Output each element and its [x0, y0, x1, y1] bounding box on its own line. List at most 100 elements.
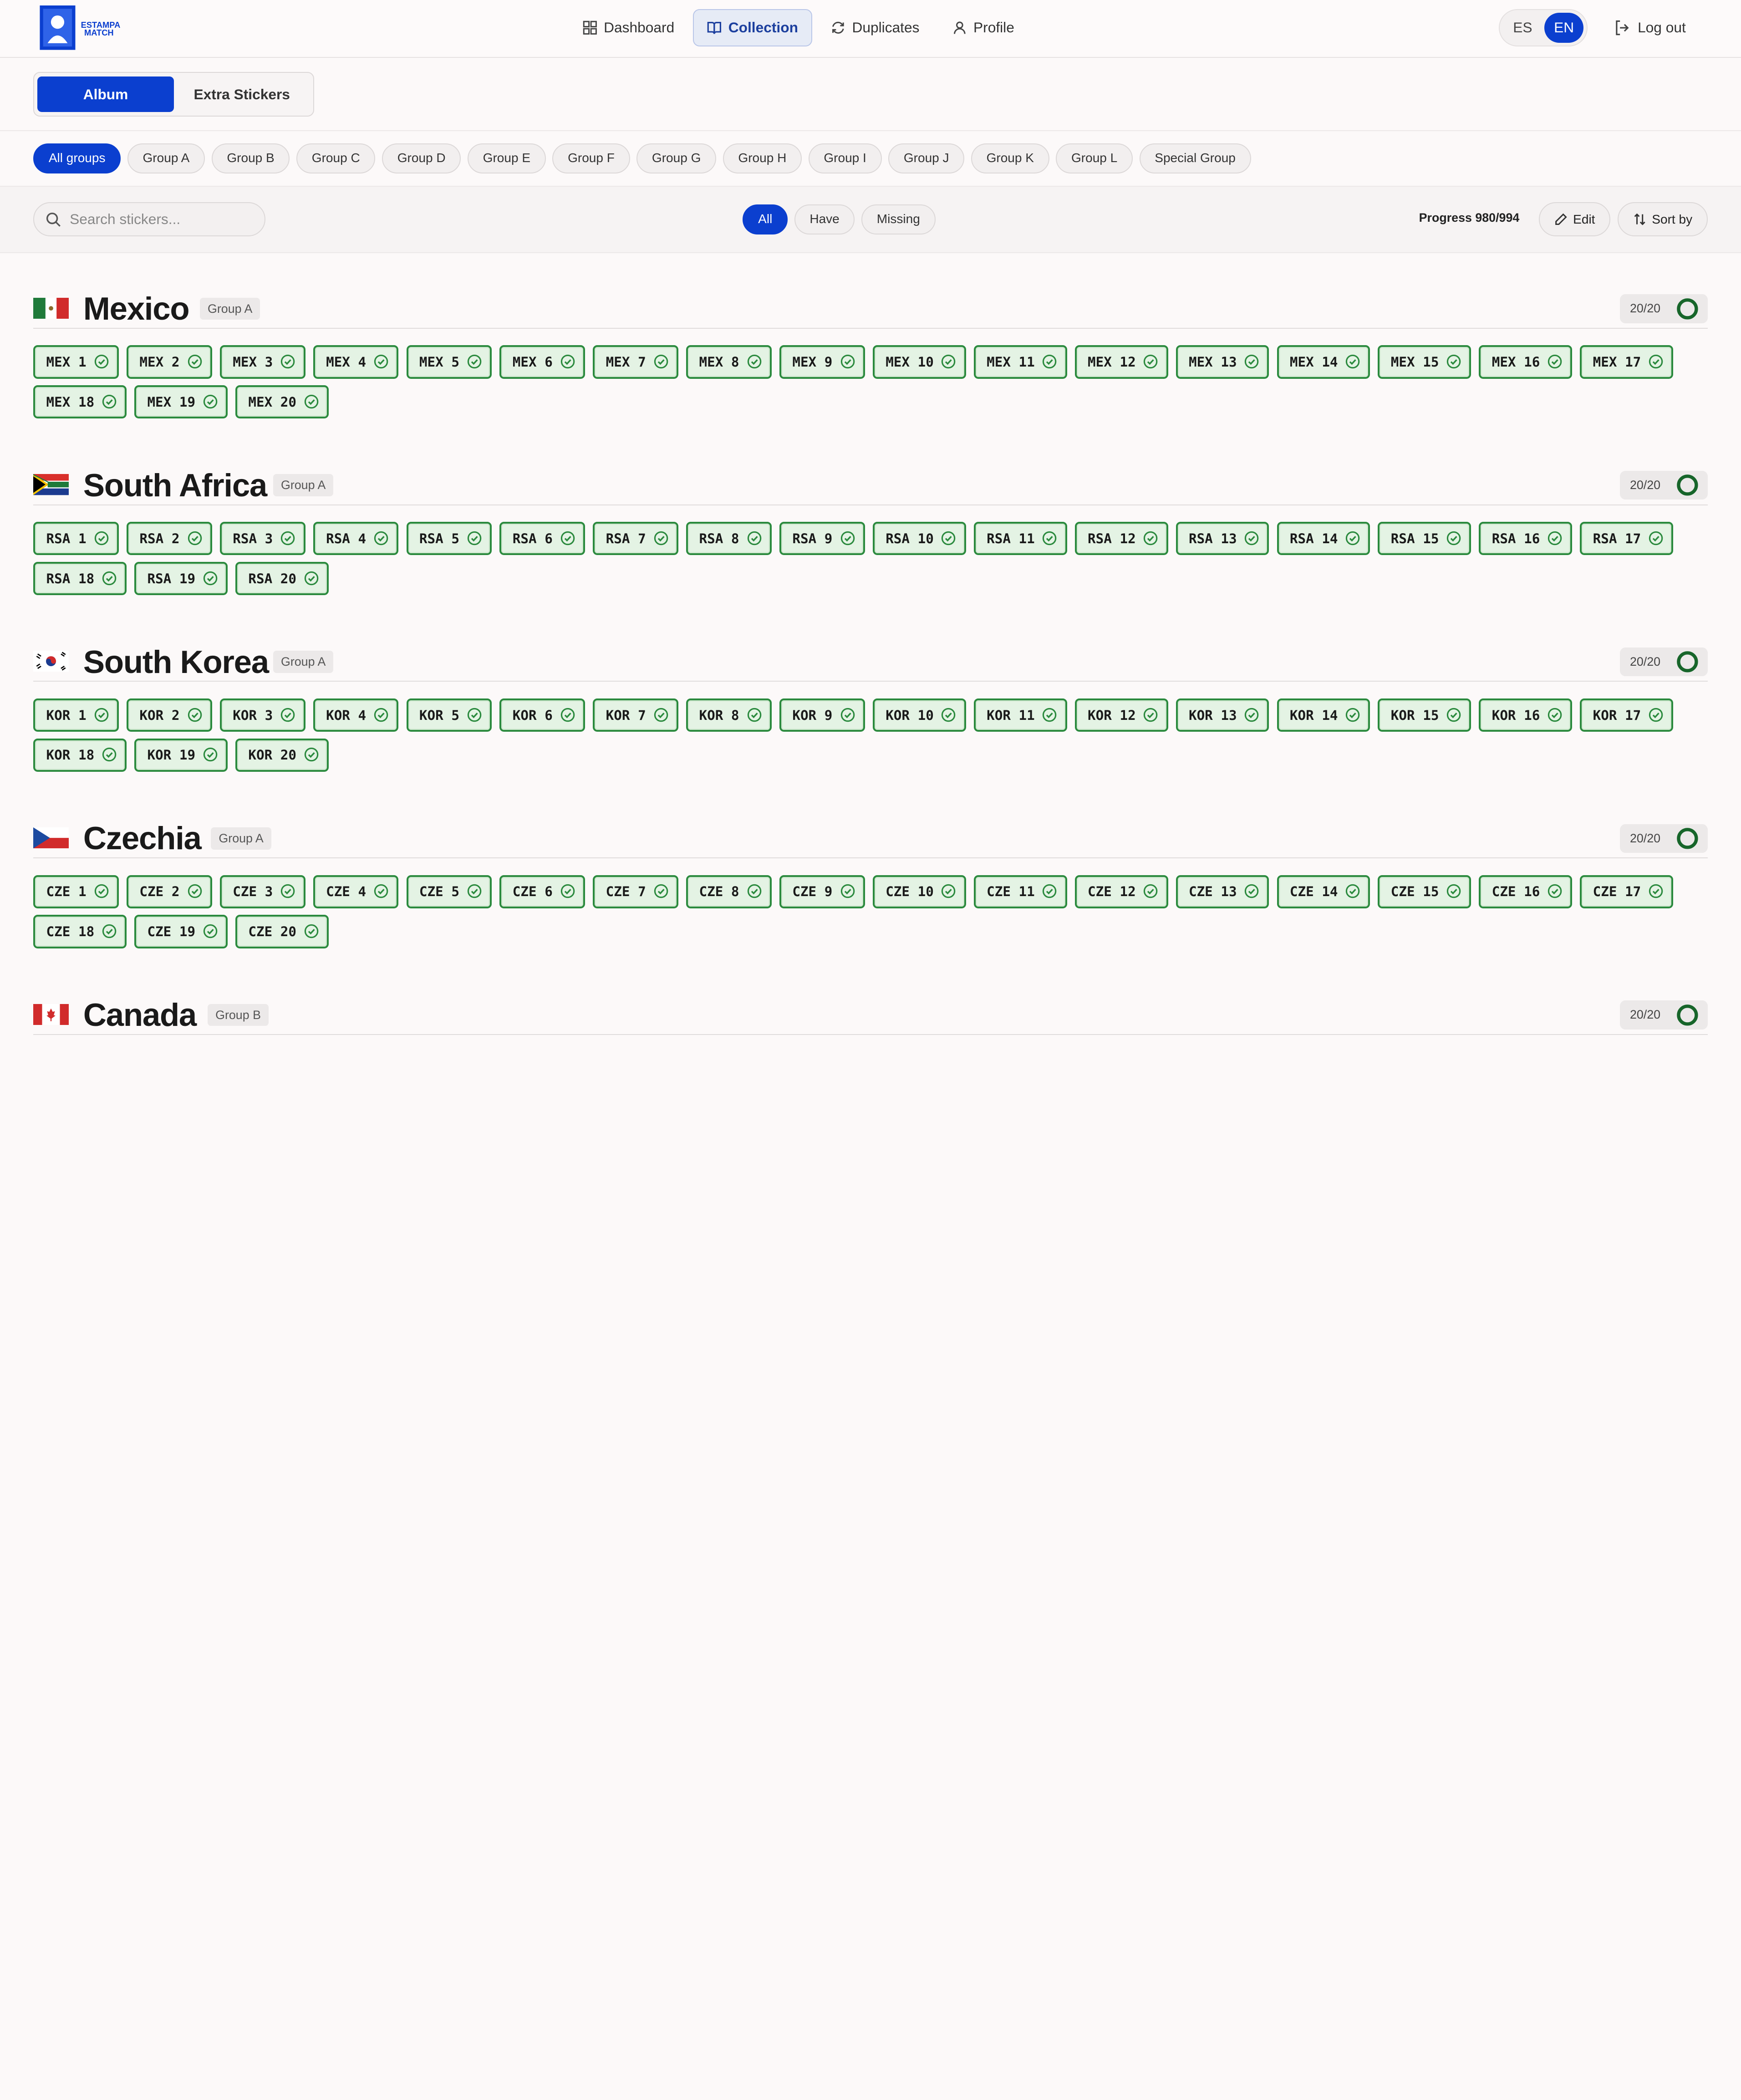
group-chip-group-e[interactable]: Group E — [467, 143, 546, 173]
sticker-cze-4[interactable]: CZE 4 — [313, 875, 399, 908]
sticker-mex-4[interactable]: MEX 4 — [313, 345, 399, 379]
lang-en-button[interactable]: EN — [1544, 13, 1584, 43]
sticker-kor-17[interactable]: KOR 17 — [1580, 698, 1674, 732]
sticker-cze-20[interactable]: CZE 20 — [235, 915, 329, 948]
sticker-mex-5[interactable]: MEX 5 — [406, 345, 492, 379]
sticker-cze-14[interactable]: CZE 14 — [1277, 875, 1370, 908]
sticker-mex-10[interactable]: MEX 10 — [872, 345, 966, 379]
search-input[interactable] — [70, 211, 248, 228]
sticker-cze-17[interactable]: CZE 17 — [1580, 875, 1674, 908]
group-chip-special-group[interactable]: Special Group — [1139, 143, 1251, 173]
edit-button[interactable]: Edit — [1539, 202, 1611, 237]
sticker-kor-20[interactable]: KOR 20 — [235, 738, 329, 772]
sticker-rsa-9[interactable]: RSA 9 — [779, 522, 865, 556]
sort-by-button[interactable]: Sort by — [1618, 202, 1708, 237]
sticker-cze-15[interactable]: CZE 15 — [1378, 875, 1471, 908]
sticker-mex-14[interactable]: MEX 14 — [1277, 345, 1370, 379]
sticker-cze-9[interactable]: CZE 9 — [779, 875, 865, 908]
sticker-rsa-12[interactable]: RSA 12 — [1074, 522, 1168, 556]
sticker-mex-13[interactable]: MEX 13 — [1176, 345, 1269, 379]
sticker-kor-5[interactable]: KOR 5 — [406, 698, 492, 732]
group-chip-group-c[interactable]: Group C — [296, 143, 376, 173]
sticker-kor-10[interactable]: KOR 10 — [872, 698, 966, 732]
sticker-kor-18[interactable]: KOR 18 — [33, 738, 127, 772]
sticker-mex-11[interactable]: MEX 11 — [973, 345, 1067, 379]
sticker-mex-18[interactable]: MEX 18 — [33, 385, 127, 419]
sticker-mex-16[interactable]: MEX 16 — [1479, 345, 1573, 379]
sticker-mex-9[interactable]: MEX 9 — [779, 345, 865, 379]
group-chip-group-i[interactable]: Group I — [808, 143, 882, 173]
sticker-rsa-7[interactable]: RSA 7 — [593, 522, 679, 556]
sticker-kor-16[interactable]: KOR 16 — [1479, 698, 1573, 732]
sticker-kor-3[interactable]: KOR 3 — [219, 698, 305, 732]
sticker-rsa-10[interactable]: RSA 10 — [872, 522, 966, 556]
sticker-mex-17[interactable]: MEX 17 — [1580, 345, 1674, 379]
sticker-kor-9[interactable]: KOR 9 — [779, 698, 865, 732]
sticker-rsa-8[interactable]: RSA 8 — [686, 522, 772, 556]
sticker-mex-12[interactable]: MEX 12 — [1074, 345, 1168, 379]
nav-profile[interactable]: Profile — [938, 9, 1028, 47]
mode-album-tab[interactable]: Album — [37, 76, 174, 112]
search-box[interactable] — [33, 202, 265, 237]
sticker-rsa-2[interactable]: RSA 2 — [127, 522, 212, 556]
sticker-mex-3[interactable]: MEX 3 — [219, 345, 305, 379]
sticker-rsa-17[interactable]: RSA 17 — [1580, 522, 1674, 556]
sticker-cze-16[interactable]: CZE 16 — [1479, 875, 1573, 908]
mode-extra-stickers-tab[interactable]: Extra Stickers — [174, 76, 310, 112]
sticker-cze-18[interactable]: CZE 18 — [33, 915, 127, 948]
sticker-kor-11[interactable]: KOR 11 — [973, 698, 1067, 732]
brand-logo[interactable]: ESTAMPA MATCH — [39, 5, 127, 50]
sticker-kor-7[interactable]: KOR 7 — [593, 698, 679, 732]
sticker-rsa-5[interactable]: RSA 5 — [406, 522, 492, 556]
nav-duplicates[interactable]: Duplicates — [817, 9, 934, 47]
sticker-rsa-3[interactable]: RSA 3 — [219, 522, 305, 556]
sticker-cze-19[interactable]: CZE 19 — [134, 915, 228, 948]
logout-button[interactable]: Log out — [1614, 9, 1686, 47]
group-chip-group-l[interactable]: Group L — [1056, 143, 1133, 173]
sticker-rsa-19[interactable]: RSA 19 — [134, 561, 228, 596]
sticker-rsa-15[interactable]: RSA 15 — [1378, 522, 1471, 556]
sticker-cze-1[interactable]: CZE 1 — [33, 875, 119, 908]
sticker-rsa-14[interactable]: RSA 14 — [1277, 522, 1370, 556]
sticker-rsa-16[interactable]: RSA 16 — [1479, 522, 1573, 556]
group-chip-group-j[interactable]: Group J — [888, 143, 965, 173]
sticker-cze-13[interactable]: CZE 13 — [1176, 875, 1269, 908]
sticker-mex-1[interactable]: MEX 1 — [33, 345, 119, 379]
group-chip-group-b[interactable]: Group B — [211, 143, 290, 173]
sticker-kor-19[interactable]: KOR 19 — [134, 738, 228, 772]
group-chip-group-k[interactable]: Group K — [971, 143, 1049, 173]
sticker-cze-3[interactable]: CZE 3 — [219, 875, 305, 908]
sticker-rsa-11[interactable]: RSA 11 — [973, 522, 1067, 556]
sticker-cze-10[interactable]: CZE 10 — [872, 875, 966, 908]
sticker-kor-1[interactable]: KOR 1 — [33, 698, 119, 732]
sticker-kor-4[interactable]: KOR 4 — [313, 698, 399, 732]
sticker-cze-6[interactable]: CZE 6 — [499, 875, 585, 908]
group-chip-group-d[interactable]: Group D — [382, 143, 461, 173]
sticker-kor-14[interactable]: KOR 14 — [1277, 698, 1370, 732]
filter-chip-missing[interactable]: Missing — [861, 204, 936, 234]
lang-es-button[interactable]: ES — [1503, 13, 1542, 43]
group-chip-all-groups[interactable]: All groups — [33, 143, 121, 173]
filter-chip-all[interactable]: All — [743, 204, 788, 234]
nav-collection[interactable]: Collection — [693, 9, 813, 47]
group-chip-group-h[interactable]: Group H — [723, 143, 802, 173]
filter-chip-have[interactable]: Have — [794, 204, 855, 234]
sticker-kor-12[interactable]: KOR 12 — [1074, 698, 1168, 732]
group-chip-group-f[interactable]: Group F — [552, 143, 630, 173]
sticker-kor-8[interactable]: KOR 8 — [686, 698, 772, 732]
sticker-cze-8[interactable]: CZE 8 — [686, 875, 772, 908]
sticker-mex-19[interactable]: MEX 19 — [134, 385, 228, 419]
sticker-rsa-13[interactable]: RSA 13 — [1176, 522, 1269, 556]
sticker-mex-20[interactable]: MEX 20 — [235, 385, 329, 419]
sticker-kor-13[interactable]: KOR 13 — [1176, 698, 1269, 732]
sticker-cze-12[interactable]: CZE 12 — [1074, 875, 1168, 908]
sticker-mex-6[interactable]: MEX 6 — [499, 345, 585, 379]
sticker-kor-15[interactable]: KOR 15 — [1378, 698, 1471, 732]
group-chip-group-a[interactable]: Group A — [127, 143, 205, 173]
group-chip-group-g[interactable]: Group G — [636, 143, 717, 173]
sticker-cze-2[interactable]: CZE 2 — [127, 875, 212, 908]
sticker-mex-8[interactable]: MEX 8 — [686, 345, 772, 379]
sticker-mex-7[interactable]: MEX 7 — [593, 345, 679, 379]
sticker-cze-5[interactable]: CZE 5 — [406, 875, 492, 908]
sticker-mex-2[interactable]: MEX 2 — [127, 345, 212, 379]
